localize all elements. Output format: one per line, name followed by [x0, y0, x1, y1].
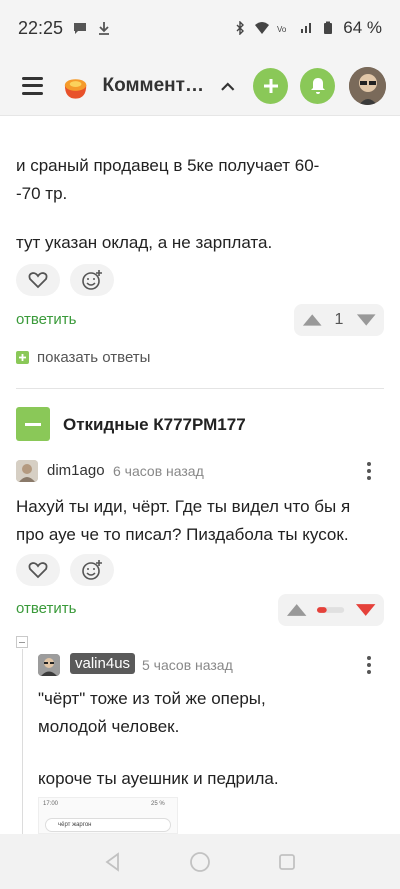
attached-image[interactable]: 17:00 25 % чёрт жаргон [38, 797, 178, 834]
image-battery: 25 % [151, 801, 165, 807]
thread-line [22, 649, 23, 834]
battery-level: 64 % [343, 18, 382, 37]
avatar[interactable] [16, 460, 38, 482]
more-options-icon[interactable] [367, 656, 371, 674]
recents-icon[interactable] [277, 852, 297, 872]
app-header: Комментарии [0, 56, 400, 116]
comment-author[interactable]: dim1ago [47, 462, 105, 479]
divider [16, 388, 384, 389]
comment-rating: 1 [294, 304, 384, 336]
avatar[interactable] [38, 654, 60, 676]
page-title: Комментарии [102, 74, 208, 96]
comment-text: Нахуй ты иди, чёрт. Где ты видел что бы … [16, 497, 351, 544]
chat-notification-icon [74, 23, 87, 34]
like-button[interactable] [16, 264, 60, 296]
post-title[interactable]: Откидные К777РМ177 [63, 415, 246, 435]
reply-link[interactable]: ответить [16, 600, 76, 617]
svg-text:Vo: Vo [277, 25, 287, 34]
notifications-button[interactable] [300, 67, 336, 104]
battery-icon [324, 21, 333, 34]
download-icon [99, 22, 110, 35]
comment-time: 6 часов назад [113, 463, 204, 479]
comment-text: "чёрт" тоже из той же оперы, молодой чел… [38, 689, 266, 736]
smile-plus-icon [82, 270, 102, 290]
comment-text: короче ты ауешник и педрила. [38, 769, 279, 788]
image-status-time: 17:00 [43, 801, 59, 807]
plus-icon [263, 78, 278, 93]
collapse-reply-button[interactable] [16, 636, 28, 648]
app-logo [65, 78, 87, 99]
signal-icon [301, 23, 312, 33]
system-nav-bar [0, 834, 400, 889]
downvote-icon[interactable] [356, 313, 376, 327]
plus-icon [16, 351, 29, 364]
rating-value: 1 [334, 311, 344, 328]
heart-icon [28, 272, 48, 289]
comment-author[interactable]: valin4us [70, 653, 136, 674]
like-button[interactable] [16, 554, 60, 586]
bell-icon [310, 77, 325, 94]
home-icon[interactable] [189, 851, 211, 873]
wifi-icon [255, 22, 270, 34]
bluetooth-icon [236, 21, 245, 35]
collapse-thread-button[interactable] [16, 407, 50, 441]
show-replies-toggle[interactable]: показать ответы [16, 349, 150, 366]
downvote-icon[interactable] [355, 603, 376, 617]
heart-icon [28, 562, 48, 579]
status-bar: 22:25 Vo 64 % [0, 0, 400, 56]
volte-icon: Vo [277, 25, 287, 34]
comment-rating [278, 594, 384, 626]
image-search-bar: чёрт жаргон [45, 818, 171, 832]
upvote-icon[interactable] [302, 313, 322, 327]
comment-time: 5 часов назад [142, 657, 233, 673]
menu-icon[interactable] [22, 76, 44, 95]
comment-text: и сраный продавец в 5ке получает 60- -70… [16, 156, 320, 203]
rating-bar [317, 607, 345, 613]
add-reaction-button[interactable] [70, 264, 114, 296]
upvote-icon[interactable] [286, 603, 307, 617]
back-icon[interactable] [103, 851, 123, 872]
more-options-icon[interactable] [367, 462, 371, 480]
comments-feed: и сраный продавец в 5ке получает 60- -70… [0, 117, 400, 834]
smile-plus-icon [82, 560, 102, 580]
user-avatar[interactable] [349, 66, 387, 105]
add-reaction-button[interactable] [70, 554, 114, 586]
add-post-button[interactable] [253, 67, 289, 104]
comment-text: тут указан оклад, а не зарплата. [16, 233, 273, 252]
reply-link[interactable]: ответить [16, 311, 76, 328]
status-time: 22:25 [18, 17, 64, 38]
chevron-up-icon[interactable] [220, 80, 236, 92]
